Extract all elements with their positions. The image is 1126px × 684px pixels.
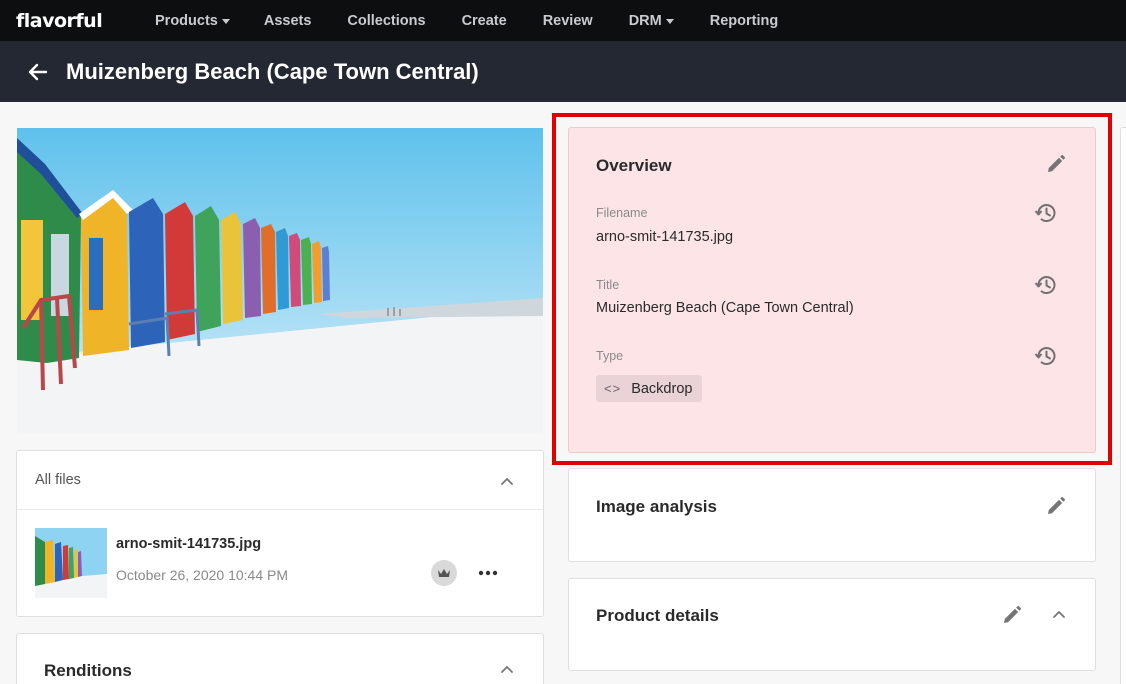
nav-products-label: Products bbox=[155, 12, 218, 29]
right-column-card-edge bbox=[1120, 127, 1126, 684]
overview-highlight-frame bbox=[552, 113, 1112, 465]
file-thumbnail bbox=[35, 528, 107, 598]
caret-down-icon bbox=[221, 19, 230, 24]
list-item[interactable]: arno-smit-141735.jpg October 26, 2020 10… bbox=[17, 510, 543, 616]
product-details-card: Product details bbox=[568, 578, 1096, 671]
beach-huts-illustration bbox=[17, 128, 543, 434]
renditions-title: Renditions bbox=[44, 661, 132, 680]
chevron-up-icon[interactable] bbox=[1052, 607, 1066, 621]
nav-drm[interactable]: DRM bbox=[629, 0, 674, 41]
chevron-up-icon[interactable] bbox=[500, 662, 514, 676]
pencil-icon bbox=[1048, 496, 1066, 514]
page-title: Muizenberg Beach (Cape Town Central) bbox=[66, 58, 479, 84]
nav-reporting-label: Reporting bbox=[709, 12, 779, 29]
edit-product-details-button[interactable] bbox=[1001, 604, 1023, 626]
file-name[interactable]: arno-smit-141735.jpg bbox=[116, 536, 261, 552]
edit-image-analysis-button[interactable] bbox=[1045, 495, 1067, 517]
more-horizontal-icon bbox=[478, 570, 498, 576]
nav-collections-label: Collections bbox=[347, 12, 426, 29]
nav-create[interactable]: Create bbox=[462, 0, 507, 41]
pencil-icon bbox=[1004, 605, 1022, 623]
chevron-up-icon[interactable] bbox=[500, 474, 514, 488]
nav-assets[interactable]: Assets bbox=[264, 0, 312, 41]
files-card: All files arno-smit-141735.jpg October 2… bbox=[16, 450, 544, 617]
product-details-title: Product details bbox=[596, 606, 719, 625]
page-header: Muizenberg Beach (Cape Town Central) bbox=[0, 41, 1126, 102]
nav-review-label: Review bbox=[542, 12, 593, 29]
image-analysis-title: Image analysis bbox=[596, 497, 717, 516]
nav-collections[interactable]: Collections bbox=[347, 0, 425, 41]
primary-file-button[interactable] bbox=[431, 560, 457, 586]
thumbnail-image bbox=[35, 528, 107, 598]
more-options-button[interactable] bbox=[475, 560, 501, 586]
nav-assets-label: Assets bbox=[263, 12, 312, 29]
nav-drm-label: DRM bbox=[628, 12, 662, 29]
renditions-card: Renditions bbox=[16, 633, 544, 684]
top-navigation: flavorful Products Assets Collections Cr… bbox=[0, 0, 1126, 41]
arrow-left-icon bbox=[28, 63, 48, 80]
crown-icon bbox=[438, 569, 450, 577]
nav-create-label: Create bbox=[461, 12, 507, 29]
nav-products[interactable]: Products bbox=[155, 0, 230, 41]
back-button[interactable] bbox=[27, 61, 49, 83]
nav-review[interactable]: Review bbox=[543, 0, 593, 41]
files-card-title: All files bbox=[35, 472, 81, 488]
asset-preview-image[interactable] bbox=[17, 128, 543, 434]
brand-logo[interactable]: flavorful bbox=[16, 10, 155, 32]
nav-reporting[interactable]: Reporting bbox=[710, 0, 778, 41]
files-card-header[interactable]: All files bbox=[17, 451, 543, 510]
file-date: October 26, 2020 10:44 PM bbox=[116, 567, 288, 583]
image-analysis-card: Image analysis bbox=[568, 468, 1096, 562]
caret-down-icon bbox=[665, 19, 674, 24]
